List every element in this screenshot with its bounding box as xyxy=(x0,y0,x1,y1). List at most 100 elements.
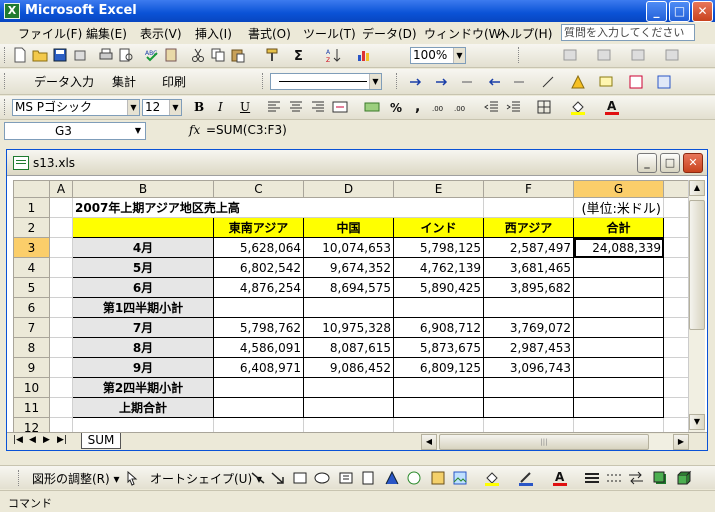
toolbar-grip[interactable] xyxy=(4,73,7,89)
value-cell[interactable]: 5,798,762 xyxy=(213,317,304,338)
scroll-down-icon[interactable]: ▼ xyxy=(689,414,705,430)
fill-color-icon[interactable] xyxy=(484,470,500,486)
value-cell[interactable] xyxy=(303,377,394,398)
value-cell[interactable] xyxy=(483,397,574,418)
row-label-cell[interactable]: 第2四半期小計 xyxy=(72,377,214,398)
vertical-scrollbar[interactable]: ▲ ▼ xyxy=(688,180,705,432)
line-tool-icon[interactable] xyxy=(250,470,266,486)
value-cell[interactable]: 3,096,743 xyxy=(483,357,574,378)
oval-tool-icon[interactable] xyxy=(314,470,330,486)
row-label-cell[interactable]: 9月 xyxy=(72,357,214,378)
percent-icon[interactable]: % xyxy=(388,99,404,115)
review-icon[interactable] xyxy=(562,47,578,63)
menu-edit[interactable]: 編集(E) xyxy=(86,25,127,42)
value-cell[interactable]: 5,873,675 xyxy=(393,337,484,358)
comma-style-icon[interactable]: , xyxy=(410,99,426,115)
value-cell[interactable]: 4,762,139 xyxy=(393,257,484,278)
watch-window-icon[interactable] xyxy=(656,74,672,90)
chevron-down-icon[interactable]: ▼ xyxy=(169,100,181,115)
circle-invalid-icon[interactable] xyxy=(628,74,644,90)
value-cell[interactable] xyxy=(393,397,484,418)
cell[interactable] xyxy=(483,197,574,218)
value-cell[interactable] xyxy=(573,337,664,358)
toolbar-grip[interactable] xyxy=(518,47,521,63)
scroll-thumb[interactable] xyxy=(689,200,705,330)
comment-icon[interactable] xyxy=(598,74,614,90)
borders-icon[interactable] xyxy=(536,99,552,115)
row-label-cell[interactable]: 4月 xyxy=(72,237,214,258)
cell[interactable] xyxy=(49,377,73,398)
cell[interactable] xyxy=(663,217,689,238)
cell[interactable] xyxy=(663,337,689,358)
cell[interactable] xyxy=(49,257,73,278)
value-cell[interactable]: 8,087,615 xyxy=(303,337,394,358)
value-cell[interactable]: 9,086,452 xyxy=(303,357,394,378)
row-header[interactable]: 9 xyxy=(13,357,50,378)
value-cell[interactable] xyxy=(573,297,664,318)
chevron-down-icon[interactable]: ▼ xyxy=(127,100,139,115)
cell[interactable] xyxy=(49,297,73,318)
workbook-maximize-button[interactable]: □ xyxy=(660,153,680,173)
wordart-icon[interactable] xyxy=(384,470,400,486)
horizontal-scrollbar[interactable]: ◀ ||| ▶ xyxy=(421,434,689,450)
toolbar-grip[interactable] xyxy=(4,47,7,63)
active-cell[interactable]: 24,088,339 xyxy=(573,237,664,258)
currency-icon[interactable] xyxy=(364,99,380,115)
minimize-button[interactable]: _ xyxy=(646,1,667,22)
column-header[interactable]: E xyxy=(393,180,484,198)
row-header[interactable]: 3 xyxy=(13,237,50,258)
row-header[interactable]: 7 xyxy=(13,317,50,338)
value-cell[interactable]: 2,987,453 xyxy=(483,337,574,358)
fill-color-icon[interactable] xyxy=(570,99,586,115)
toolbar-grip[interactable] xyxy=(396,73,399,89)
format-painter-icon[interactable] xyxy=(264,47,280,63)
column-header[interactable]: C xyxy=(213,180,304,198)
maximize-button[interactable]: □ xyxy=(669,1,690,22)
cell[interactable] xyxy=(49,337,73,358)
insert-function-icon[interactable]: fx xyxy=(189,123,200,137)
italic-button[interactable]: I xyxy=(218,100,223,114)
value-cell[interactable] xyxy=(483,297,574,318)
value-cell[interactable] xyxy=(303,397,394,418)
value-cell[interactable]: 8,694,575 xyxy=(303,277,394,298)
value-cell[interactable]: 6,802,542 xyxy=(213,257,304,278)
scroll-up-icon[interactable]: ▲ xyxy=(689,180,705,196)
unit-cell[interactable]: (単位:米ドル) xyxy=(573,197,664,218)
toolbar-grip[interactable] xyxy=(18,470,21,486)
autosum-icon[interactable]: Σ xyxy=(292,47,308,63)
value-cell[interactable] xyxy=(573,277,664,298)
permission-icon[interactable] xyxy=(72,47,88,63)
column-header[interactable]: D xyxy=(303,180,394,198)
value-cell[interactable]: 3,769,072 xyxy=(483,317,574,338)
data-entry-button[interactable]: データ入力 xyxy=(34,73,94,90)
cell[interactable] xyxy=(663,397,689,418)
column-header[interactable]: G xyxy=(573,180,664,198)
diagram-icon[interactable] xyxy=(406,470,422,486)
row-header[interactable]: 8 xyxy=(13,337,50,358)
save-icon[interactable] xyxy=(52,47,68,63)
value-cell[interactable]: 5,890,425 xyxy=(393,277,484,298)
scroll-thumb[interactable]: ||| xyxy=(439,434,649,450)
row-label-cell[interactable]: 6月 xyxy=(72,277,214,298)
row-header[interactable]: 11 xyxy=(13,397,50,418)
row-label-cell[interactable]: 7月 xyxy=(72,317,214,338)
prev-sheet-icon[interactable]: ◀ xyxy=(29,435,36,445)
next-sheet-icon[interactable]: ▶ xyxy=(43,435,50,445)
column-header[interactable]: A xyxy=(49,180,73,198)
row-label-cell[interactable]: 8月 xyxy=(72,337,214,358)
header-cell[interactable]: インド xyxy=(393,217,484,238)
value-cell[interactable] xyxy=(483,377,574,398)
trace-precedents-icon[interactable] xyxy=(434,74,450,90)
menu-file[interactable]: ファイル(F) xyxy=(18,25,82,42)
sort-ascending-icon[interactable]: AZ xyxy=(326,47,342,63)
chart-wizard-icon[interactable] xyxy=(356,47,372,63)
value-cell[interactable] xyxy=(303,297,394,318)
align-center-icon[interactable] xyxy=(288,99,304,115)
value-cell[interactable] xyxy=(573,257,664,278)
value-cell[interactable]: 10,074,653 xyxy=(303,237,394,258)
print-icon[interactable] xyxy=(98,47,114,63)
cut-icon[interactable] xyxy=(190,47,206,63)
menu-data[interactable]: データ(D) xyxy=(362,25,417,42)
header-cell[interactable]: 合計 xyxy=(573,217,664,238)
value-cell[interactable] xyxy=(393,377,484,398)
